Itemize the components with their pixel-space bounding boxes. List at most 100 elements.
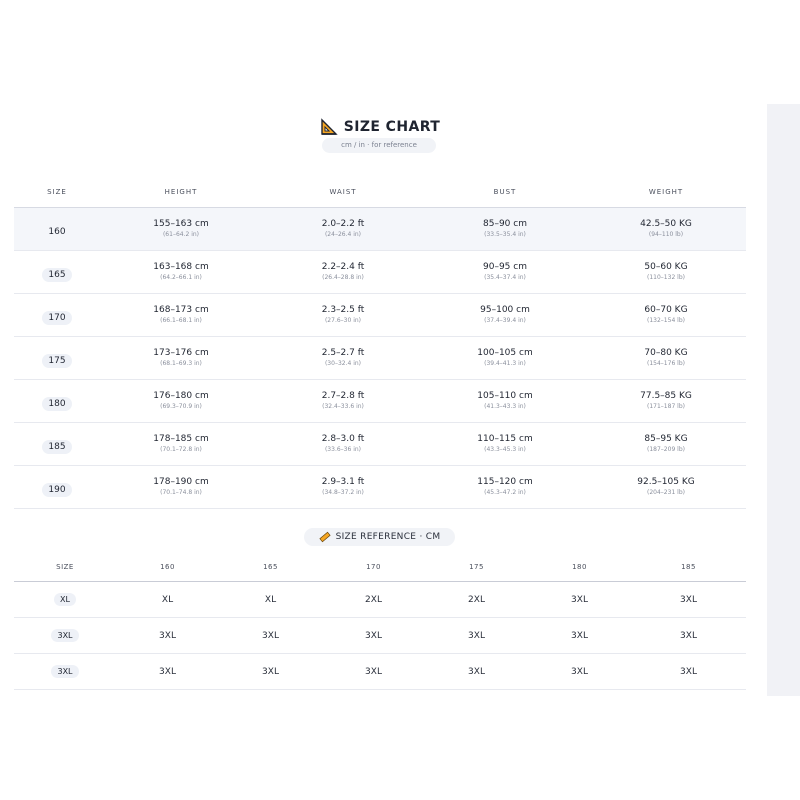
waist-value: 2.3–2.5 ft [321, 305, 365, 315]
weight-cell: 85–95 KG (187–209 lb) [586, 422, 746, 466]
size-badge: 165 [42, 268, 72, 282]
bust-cell: 90–95 cm (35.4–37.4 in) [424, 250, 586, 294]
size-reference-table: SIZE 160 165 170 175 180 185 XL XL XL 2XL 2X… [14, 552, 746, 690]
waist-imperial-value: (33.6–36 in) [324, 446, 362, 453]
bust-cell: 100–105 cm (39.4–41.3 in) [424, 336, 586, 380]
bust-cell: 110–115 cm (43.3–45.3 in) [424, 422, 586, 466]
height-cell: 168–173 cm (66.1–68.1 in) [100, 293, 262, 337]
size-cell: 185 [14, 422, 100, 466]
height-cell: 173–176 cm (68.1–69.3 in) [100, 336, 262, 380]
height-imperial-value: (69.3–70.9 in) [160, 403, 202, 410]
weight-value: 50–60 KG [644, 262, 688, 272]
weight-value: 60–70 KG [644, 305, 688, 315]
ruler-icon [318, 531, 331, 543]
weight-cell: 42.5–50 KG (94–110 lb) [586, 207, 746, 251]
weight-imperial-value: (132–154 lb) [647, 317, 685, 324]
bust-imperial-value: (39.4–41.3 in) [484, 360, 526, 367]
waist-value: 2.8–3.0 ft [321, 434, 365, 444]
height-value: 163–168 cm [153, 262, 209, 272]
reference-cell: 3XL [219, 653, 322, 690]
subtitle: cm / in · for reference [322, 138, 436, 153]
weight-cell: 77.5–85 KG (171–187 lb) [586, 379, 746, 423]
height-imperial-value: (68.1–69.3 in) [160, 360, 202, 367]
reference-cell: 3XL [528, 581, 631, 618]
size-cell: 160 [14, 207, 100, 251]
weight-cell: 70–80 KG (154–176 lb) [586, 336, 746, 380]
height-cell: 178–185 cm (70.1–72.8 in) [100, 422, 262, 466]
bust-value: 115–120 cm [477, 477, 533, 487]
waist-value: 2.5–2.7 ft [321, 348, 365, 358]
waist-value: 2.0–2.2 ft [321, 219, 365, 229]
scrollbar-track[interactable] [767, 104, 800, 696]
height-imperial-value: (61–64.2 in) [162, 231, 200, 238]
waist-cell: 2.9–3.1 ft (34.8–37.2 in) [262, 465, 424, 509]
column-header-height: HEIGHT [100, 176, 262, 208]
weight-cell: 50–60 KG (110–132 lb) [586, 250, 746, 294]
size-cell: 3XL [14, 653, 116, 690]
weight-cell: 60–70 KG (132–154 lb) [586, 293, 746, 337]
waist-cell: 2.2–2.4 ft (26.4–28.8 in) [262, 250, 424, 294]
height-value: 173–176 cm [153, 348, 209, 358]
reference-cell: 3XL [116, 653, 219, 690]
size-badge: 160 [48, 227, 66, 237]
height-value: 168–173 cm [153, 305, 209, 315]
waist-imperial-value: (27.6–30 in) [324, 317, 362, 324]
height-cell: 176–180 cm (69.3–70.9 in) [100, 379, 262, 423]
height-cell: 163–168 cm (64.2–66.1 in) [100, 250, 262, 294]
bust-value: 90–95 cm [483, 262, 527, 272]
bust-value: 85–90 cm [483, 219, 527, 229]
reference-cell: 3XL [631, 581, 746, 618]
reference-cell: 3XL [528, 653, 631, 690]
size-badge: 175 [42, 354, 72, 368]
column-header-175: 175 [425, 552, 528, 582]
weight-imperial-value: (204–231 lb) [647, 489, 685, 496]
height-cell: 155–163 cm (61–64.2 in) [100, 207, 262, 251]
size-reference-text: SIZE REFERENCE · CM [335, 532, 441, 542]
waist-imperial-value: (32.4–33.6 in) [322, 403, 364, 410]
column-header-size: SIZE [14, 552, 116, 582]
size-badge: 190 [42, 483, 72, 497]
weight-value: 42.5–50 KG [640, 219, 692, 229]
bust-imperial-value: (41.3–43.3 in) [484, 403, 526, 410]
table-row: 185 178–185 cm (70.1–72.8 in) 2.8–3.0 ft (33… [14, 422, 746, 466]
bust-value: 105–110 cm [477, 391, 533, 401]
table-row: 3XL 3XL 3XL 3XL 3XL 3XL 3XL [14, 653, 746, 690]
table-row: 190 178–190 cm (70.1–74.8 in) 2.9–3.1 ft (34… [14, 465, 746, 509]
size-badge: 3XL [51, 665, 79, 678]
size-cell: 170 [14, 293, 100, 337]
table-row: 3XL 3XL 3XL 3XL 3XL 3XL 3XL [14, 617, 746, 654]
reference-cell: 3XL [425, 617, 528, 654]
bust-value: 100–105 cm [477, 348, 533, 358]
reference-cell: 3XL [322, 617, 425, 654]
table-row: 175 173–176 cm (68.1–69.3 in) 2.5–2.7 ft (30… [14, 336, 746, 380]
page-title-row: SIZE CHART [0, 116, 760, 138]
reference-cell: 3XL [425, 653, 528, 690]
weight-value: 77.5–85 KG [640, 391, 692, 401]
height-imperial-value: (64.2–66.1 in) [160, 274, 202, 281]
size-badge: XL [54, 593, 76, 606]
waist-imperial-value: (24–26.4 in) [324, 231, 362, 238]
bust-cell: 115–120 cm (45.3–47.2 in) [424, 465, 586, 509]
waist-cell: 2.0–2.2 ft (24–26.4 in) [262, 207, 424, 251]
waist-cell: 2.7–2.8 ft (32.4–33.6 in) [262, 379, 424, 423]
weight-value: 85–95 KG [644, 434, 688, 444]
column-header-185: 185 [631, 552, 746, 582]
bust-value: 110–115 cm [477, 434, 533, 444]
table-header-row: SIZE 160 165 170 175 180 185 [14, 552, 746, 582]
bust-cell: 105–110 cm (41.3–43.3 in) [424, 379, 586, 423]
table-row: 180 176–180 cm (69.3–70.9 in) 2.7–2.8 ft (32… [14, 379, 746, 423]
column-header-160: 160 [116, 552, 219, 582]
column-header-180: 180 [528, 552, 631, 582]
size-cell: XL [14, 581, 116, 618]
size-cell: 165 [14, 250, 100, 294]
table-row: 165 163–168 cm (64.2–66.1 in) 2.2–2.4 ft (26… [14, 250, 746, 294]
page-title: SIZE CHART [343, 119, 441, 135]
bust-cell: 85–90 cm (33.5–35.4 in) [424, 207, 586, 251]
height-value: 178–185 cm [153, 434, 209, 444]
waist-cell: 2.5–2.7 ft (30–32.4 in) [262, 336, 424, 380]
reference-cell: 3XL [322, 653, 425, 690]
bust-imperial-value: (45.3–47.2 in) [484, 489, 526, 496]
reference-cell: 3XL [116, 617, 219, 654]
reference-cell: XL [219, 581, 322, 618]
weight-cell: 92.5–105 KG (204–231 lb) [586, 465, 746, 509]
